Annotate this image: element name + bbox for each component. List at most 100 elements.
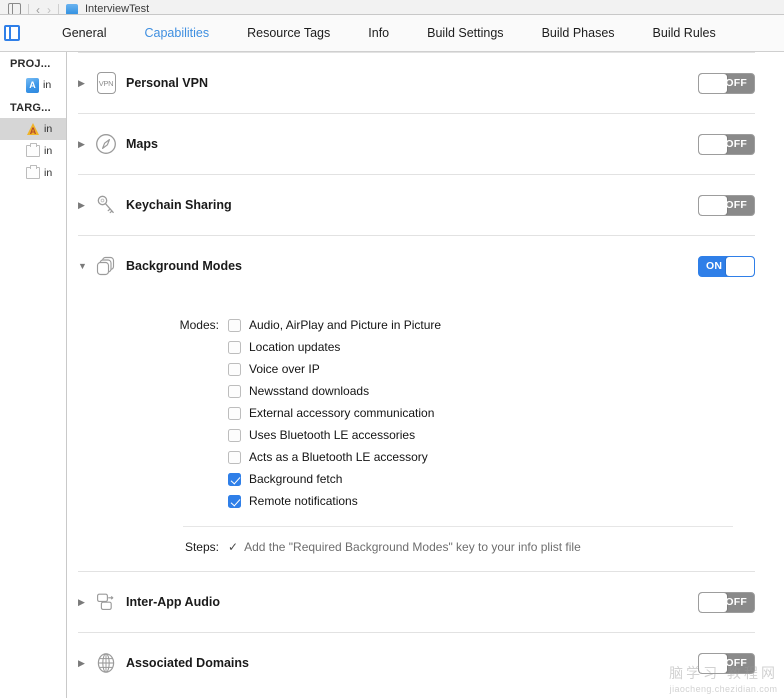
- sidebar-item-target-app[interactable]: in: [0, 118, 66, 140]
- background-modes-body: Modes: Audio, AirPlay and Picture in Pic…: [68, 296, 784, 571]
- checkbox-newsstand-downloads[interactable]: [228, 385, 241, 398]
- toggle-background-modes[interactable]: ON: [698, 256, 755, 277]
- checkbox-location-updates[interactable]: [228, 341, 241, 354]
- project-navigator-sidebar[interactable]: PROJ... in TARG... in in in: [0, 52, 67, 698]
- chevron-right-icon[interactable]: ▶: [78, 201, 88, 210]
- toggle-inter-app-audio[interactable]: OFF: [698, 592, 755, 613]
- compass-icon-svg: [95, 133, 117, 155]
- toolbar-divider-2: [58, 4, 59, 15]
- steps-text: Add the "Required Background Modes" key …: [244, 539, 581, 555]
- chevron-right-icon[interactable]: ▶: [78, 659, 88, 668]
- navigator-toggle-icon[interactable]: [4, 25, 20, 41]
- modes-label: Modes:: [78, 314, 228, 512]
- mode-row[interactable]: Remote notifications: [228, 490, 441, 512]
- toggle-knob: [699, 74, 727, 93]
- toggle-maps[interactable]: OFF: [698, 134, 755, 155]
- sidebar-group-project: PROJ...: [0, 52, 66, 74]
- chevron-down-icon[interactable]: ▼: [78, 262, 88, 271]
- mode-row[interactable]: Uses Bluetooth LE accessories: [228, 424, 441, 446]
- modes-block: Modes: Audio, AirPlay and Picture in Pic…: [78, 296, 755, 512]
- capability-row-associated-domains[interactable]: ▶ Associated Domains OFF: [68, 633, 784, 693]
- capability-row-inter-app-audio[interactable]: ▶ Inter-App Audio OFF: [68, 572, 784, 632]
- target-bundle-icon: [26, 167, 40, 179]
- breadcrumb-project-name[interactable]: InterviewTest: [85, 3, 149, 15]
- toggle-state-label: OFF: [725, 199, 747, 211]
- checkbox-voice-over-ip[interactable]: [228, 363, 241, 376]
- sidebar-item-project[interactable]: in: [0, 74, 66, 96]
- toggle-state-label: OFF: [725, 657, 747, 669]
- checkbox-acts-as-bluetooth-le-accessory[interactable]: [228, 451, 241, 464]
- toggle-knob: [699, 654, 727, 673]
- key-icon-svg: [95, 194, 117, 216]
- capability-row-keychain-sharing[interactable]: ▶ Keychain Sharing OFF: [68, 175, 784, 235]
- tab-resource-tags[interactable]: Resource Tags: [247, 26, 330, 40]
- checkbox-audio-airplay-picture-in-picture[interactable]: [228, 319, 241, 332]
- steps-block: Steps: ✓ Add the "Required Background Mo…: [78, 527, 755, 571]
- xcode-project-editor-window: ‹ › InterviewTest General Capabilities R…: [0, 0, 784, 698]
- chevron-right-icon[interactable]: ▶: [78, 140, 88, 149]
- tab-capabilities[interactable]: Capabilities: [144, 26, 209, 40]
- tab-build-phases[interactable]: Build Phases: [542, 26, 615, 40]
- window-toolbar: ‹ › InterviewTest: [0, 0, 784, 15]
- toggle-associated-domains[interactable]: OFF: [698, 653, 755, 674]
- globe-icon-svg: [95, 652, 117, 674]
- mode-row[interactable]: Background fetch: [228, 468, 441, 490]
- back-arrow-icon[interactable]: ‹: [36, 5, 40, 15]
- tab-build-settings[interactable]: Build Settings: [427, 26, 503, 40]
- capability-row-background-modes[interactable]: ▼ Background Modes ON: [68, 236, 784, 296]
- project-icon: [26, 78, 39, 93]
- checkbox-external-accessory-communication[interactable]: [228, 407, 241, 420]
- target-app-icon: [26, 122, 40, 136]
- toggle-state-label: OFF: [725, 138, 747, 150]
- mode-row[interactable]: Voice over IP: [228, 358, 441, 380]
- tab-info[interactable]: Info: [368, 26, 389, 40]
- compass-icon: [94, 133, 118, 155]
- toolbar-divider: [28, 4, 29, 15]
- checkbox-background-fetch[interactable]: [228, 473, 241, 486]
- sidebar-group-targets: TARG...: [0, 96, 66, 118]
- sidebar-item-label: in: [44, 123, 52, 135]
- capabilities-pane: ▶ VPN Personal VPN OFF ▶: [68, 52, 784, 698]
- mode-row[interactable]: Location updates: [228, 336, 441, 358]
- toggle-personal-vpn[interactable]: OFF: [698, 73, 755, 94]
- forward-arrow-icon[interactable]: ›: [47, 5, 51, 15]
- sidebar-item-label: in: [43, 79, 51, 91]
- toggle-keychain-sharing[interactable]: OFF: [698, 195, 755, 216]
- mode-label: Acts as a Bluetooth LE accessory: [249, 450, 428, 464]
- capability-row-personal-vpn[interactable]: ▶ VPN Personal VPN OFF: [68, 53, 784, 113]
- sidebar-item-target-uitests[interactable]: in: [0, 162, 66, 184]
- mode-row[interactable]: Acts as a Bluetooth LE accessory: [228, 446, 441, 468]
- sidebar-item-label: in: [44, 167, 52, 179]
- mode-row[interactable]: Newsstand downloads: [228, 380, 441, 402]
- key-icon: [94, 194, 118, 216]
- tab-general[interactable]: General: [62, 26, 106, 40]
- capability-row-maps[interactable]: ▶ Maps OFF: [68, 114, 784, 174]
- editor-tab-bar: General Capabilities Resource Tags Info …: [0, 15, 784, 52]
- project-file-icon: [66, 4, 78, 15]
- capability-title: Maps: [126, 137, 158, 151]
- vpn-icon-label: VPN: [97, 72, 116, 94]
- tab-build-rules[interactable]: Build Rules: [653, 26, 716, 40]
- mode-row[interactable]: External accessory communication: [228, 402, 441, 424]
- toggle-state-label: OFF: [725, 596, 747, 608]
- layers-icon: [94, 255, 118, 277]
- toggle-knob: [726, 257, 754, 276]
- sidebar-item-target-tests[interactable]: in: [0, 140, 66, 162]
- mode-label: Location updates: [249, 340, 340, 354]
- checkbox-remote-notifications[interactable]: [228, 495, 241, 508]
- mode-row[interactable]: Audio, AirPlay and Picture in Picture: [228, 314, 441, 336]
- toggle-knob: [699, 135, 727, 154]
- navigator-panel-icon[interactable]: [8, 3, 21, 15]
- toggle-state-label: OFF: [725, 77, 747, 89]
- target-bundle-icon: [26, 145, 40, 157]
- inter-app-audio-icon: [94, 591, 118, 613]
- mode-label: Voice over IP: [249, 362, 320, 376]
- chevron-right-icon[interactable]: ▶: [78, 79, 88, 88]
- capability-title: Inter-App Audio: [126, 595, 220, 609]
- chevron-right-icon[interactable]: ▶: [78, 598, 88, 607]
- toggle-knob: [699, 196, 727, 215]
- mode-label: Newsstand downloads: [249, 384, 369, 398]
- checkbox-uses-bluetooth-le-accessories[interactable]: [228, 429, 241, 442]
- inter-app-audio-icon-svg: [95, 591, 117, 613]
- capability-title: Associated Domains: [126, 656, 249, 670]
